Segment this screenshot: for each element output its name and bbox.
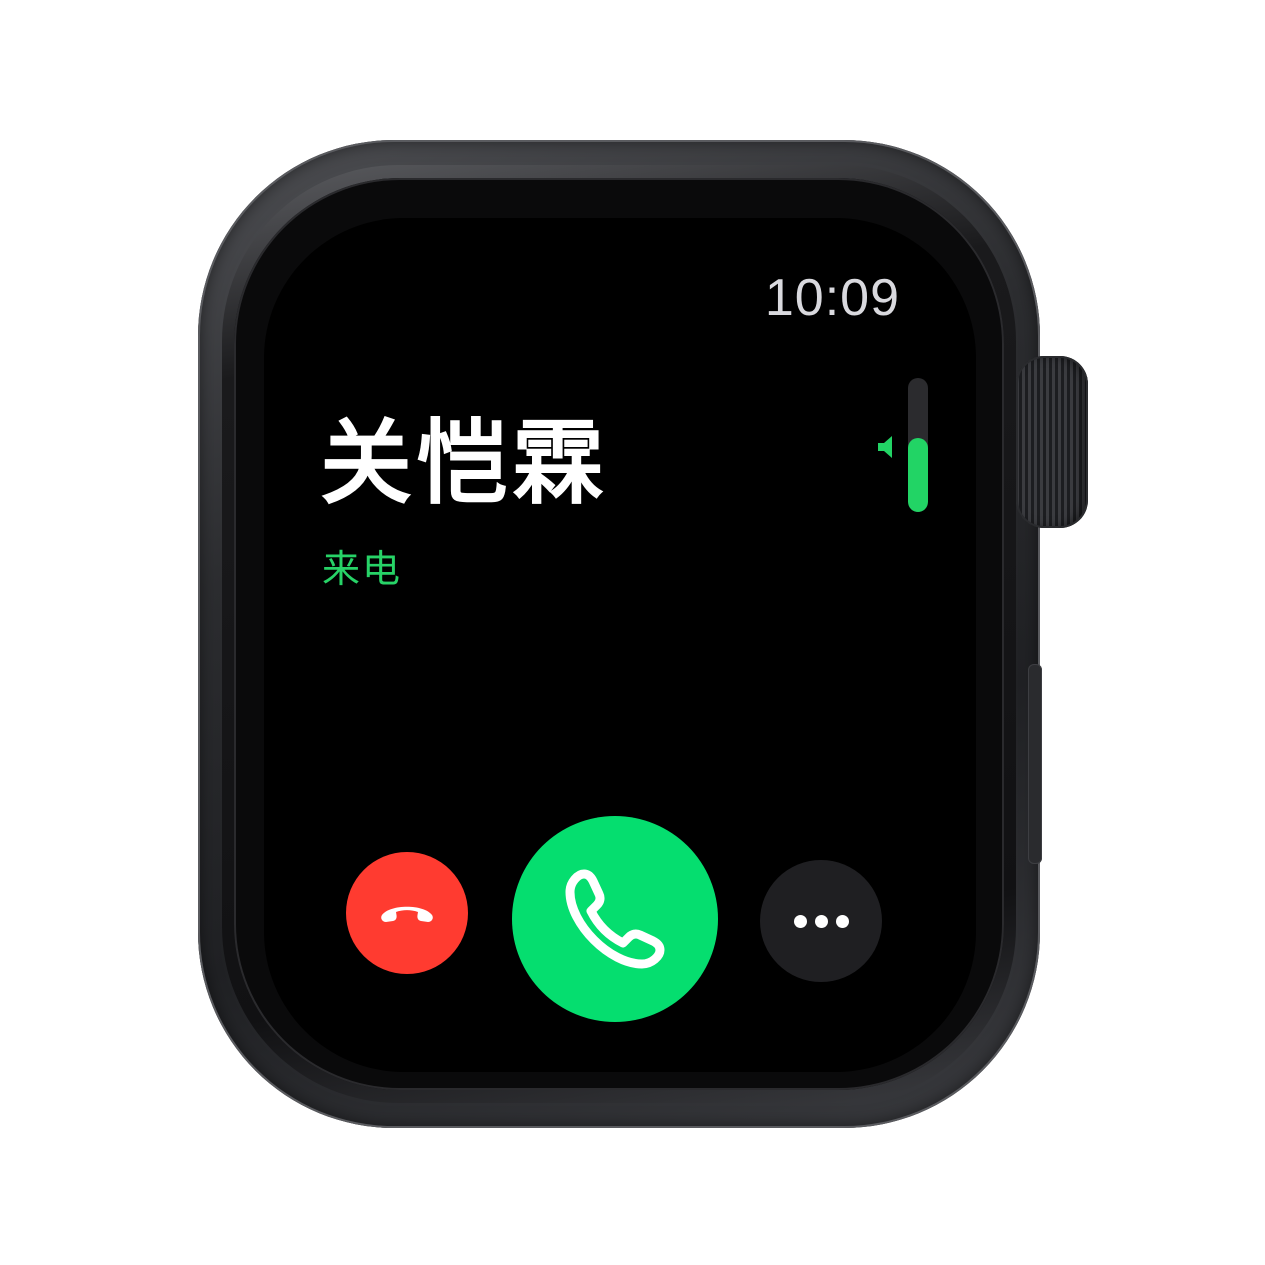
more-options-button[interactable] — [760, 860, 882, 982]
phone-hangup-icon — [381, 906, 433, 922]
decline-call-button[interactable] — [346, 852, 468, 974]
volume-fill — [908, 438, 928, 512]
volume-track — [908, 378, 928, 512]
phone-icon — [565, 869, 665, 969]
accept-call-button[interactable] — [512, 816, 718, 1022]
side-button[interactable] — [1028, 664, 1042, 864]
caller-name: 关恺霖 — [320, 410, 609, 517]
watch-screen: 10:09 关恺霖 来电 — [264, 218, 976, 1072]
speaker-icon — [878, 436, 892, 458]
digital-crown[interactable] — [1016, 356, 1088, 528]
call-status-label: 来电 — [322, 547, 403, 591]
ellipsis-icon — [793, 914, 849, 928]
clock-time: 10:09 — [764, 269, 900, 327]
watch-product-image: 10:09 关恺霖 来电 — [0, 0, 1265, 1265]
volume-indicator[interactable] — [874, 378, 934, 514]
